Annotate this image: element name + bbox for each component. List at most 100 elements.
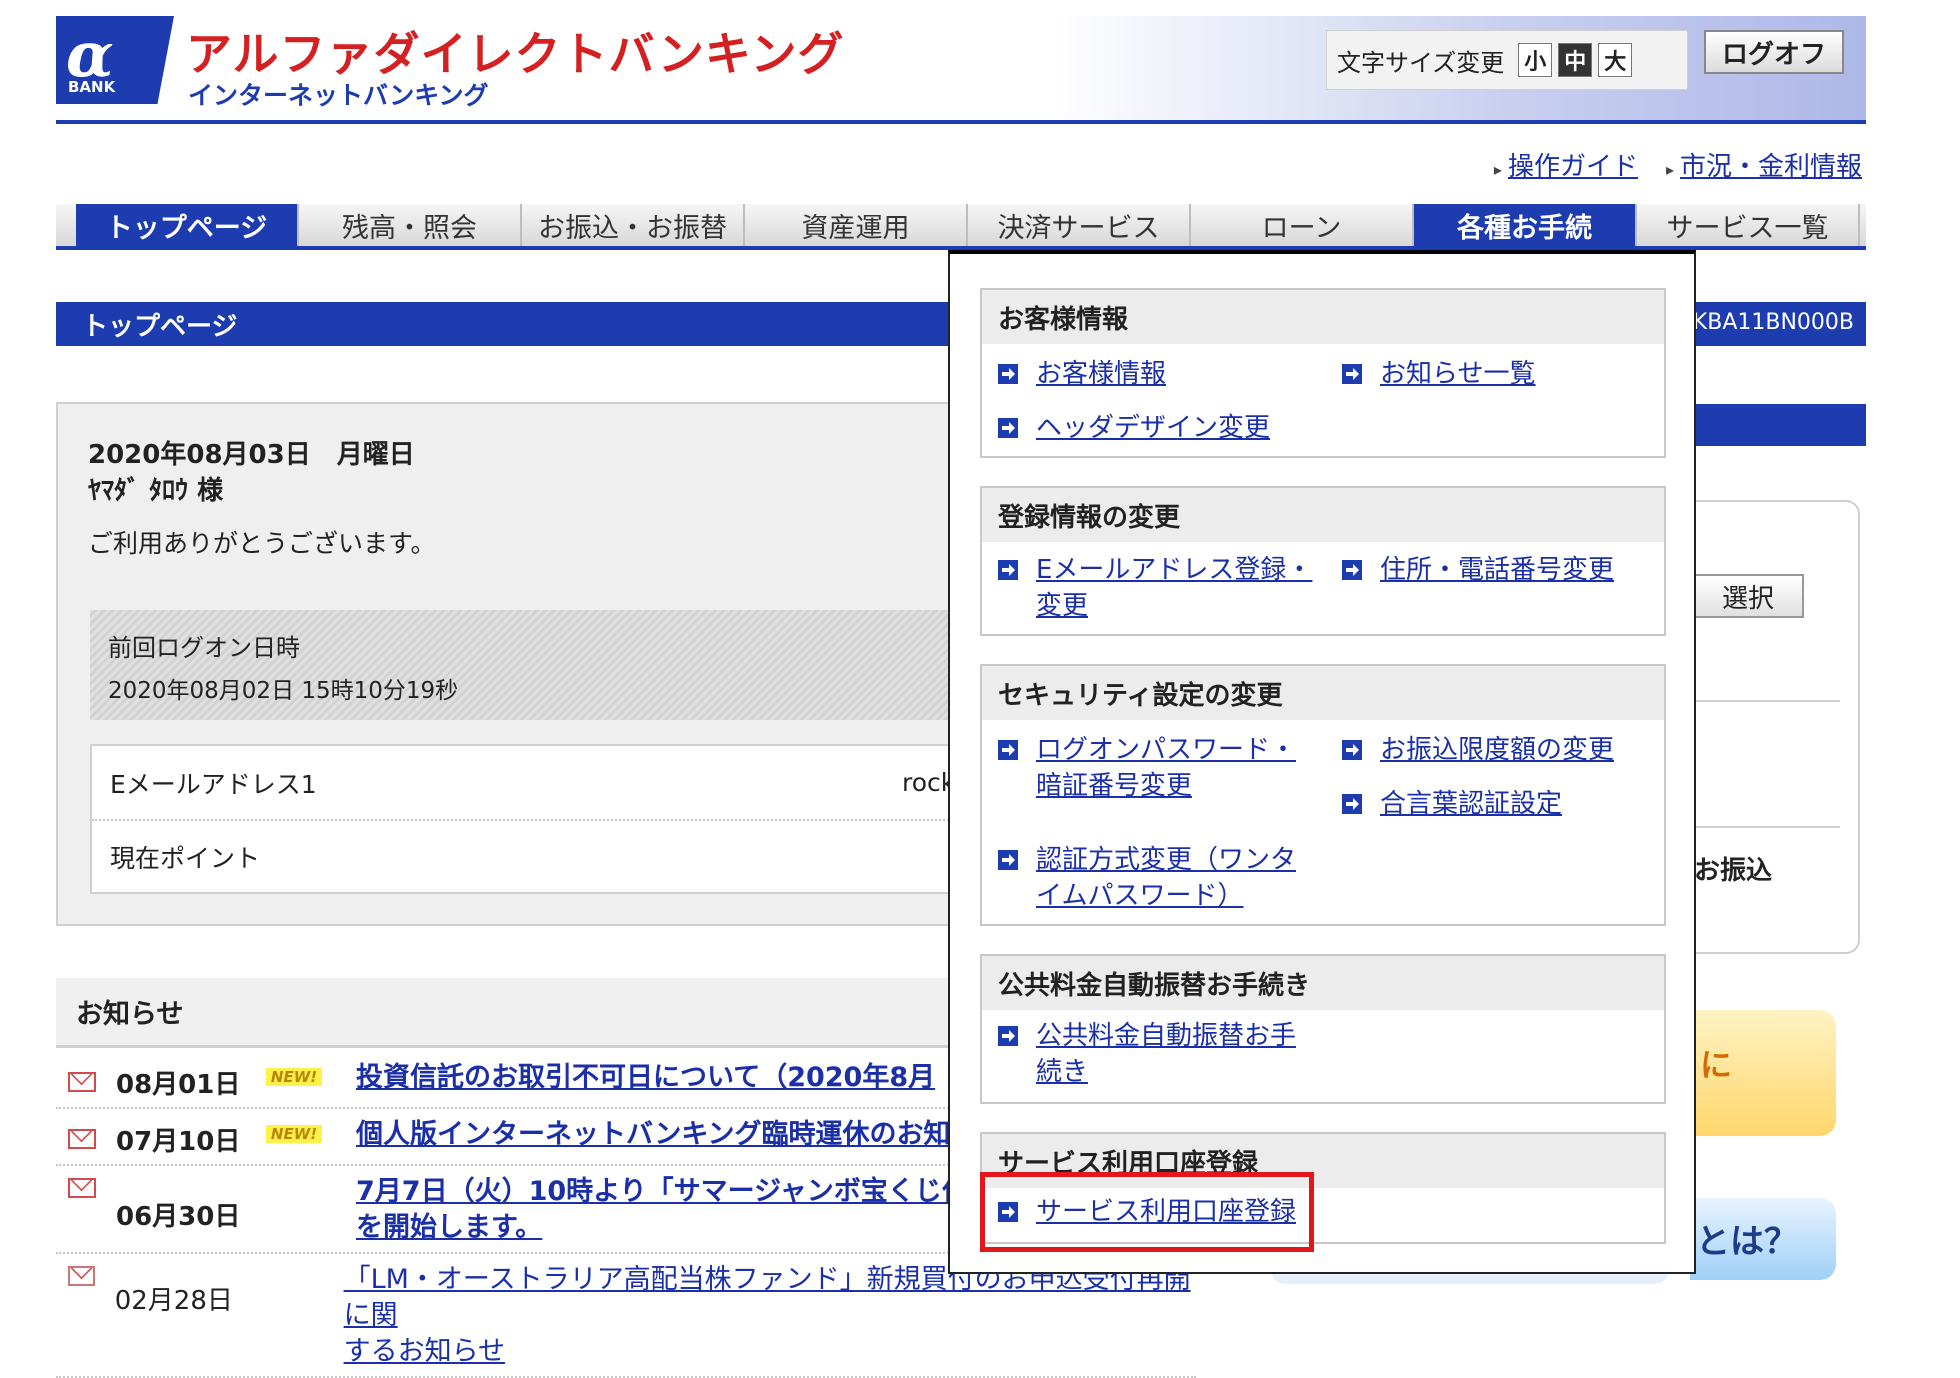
section-heading: 公共料金自動振替お手続き: [982, 956, 1664, 1010]
customer-info-table: Eメールアドレス1 rockro 現在ポイント: [90, 744, 1018, 894]
section-registration-change: 登録情報の変更 Eメールアドレス登録・変更 住所・電話番号変更: [980, 486, 1666, 636]
menu-item-passphrase-auth[interactable]: 合言葉認証設定: [1342, 786, 1652, 822]
news-heading: お知らせ: [56, 978, 1016, 1048]
mail-icon: [68, 1129, 96, 1149]
last-logon-label: 前回ログオン日時: [108, 634, 300, 662]
arrow-right-icon: [998, 1202, 1018, 1222]
news-date: 07月10日: [116, 1127, 241, 1157]
menu-link[interactable]: お知らせ一覧: [1380, 359, 1535, 389]
news-link-continued[interactable]: を開始します。: [356, 1212, 542, 1243]
font-size-medium-button[interactable]: 中: [1558, 43, 1593, 77]
current-date: 2020年08月03日 月曜日: [88, 440, 415, 470]
nav-transfer[interactable]: お振込・お振替: [522, 204, 745, 246]
news-link[interactable]: 「LM・オーストラリア高配当株ファンド」新規買付のお申込受付再開に関: [344, 1264, 1191, 1331]
menu-item-notice-list[interactable]: お知らせ一覧: [1342, 356, 1652, 392]
menu-link[interactable]: 合言葉認証設定: [1380, 789, 1562, 819]
nav-service-list[interactable]: サービス一覧: [1637, 204, 1860, 246]
nav-asset-management[interactable]: 資産運用: [745, 204, 968, 246]
menu-item-service-account-registration[interactable]: サービス利用口座登録: [998, 1194, 1318, 1230]
news-title: 「LM・オーストラリア高配当株ファンド」新規買付のお申込受付再開に関 するお知ら…: [344, 1262, 1196, 1370]
news-link[interactable]: 個人版インターネットバンキング臨時運休のお知: [356, 1119, 951, 1150]
promo-banner-faq[interactable]: とは？: [1690, 1198, 1836, 1280]
new-badge: NEW!: [266, 1125, 322, 1143]
divider: [1690, 700, 1840, 702]
menu-item-email-registration[interactable]: Eメールアドレス登録・変更: [998, 552, 1318, 624]
menu-item-auth-method[interactable]: 認証方式変更（ワンタイムパスワード）: [998, 842, 1318, 914]
page-title: トップページ: [82, 311, 238, 342]
arrow-right-icon: [1342, 560, 1362, 580]
news-link-continued[interactable]: するお知らせ: [344, 1336, 505, 1367]
menu-link[interactable]: ログオンパスワード・暗証番号変更: [1036, 735, 1296, 801]
font-size-large-button[interactable]: 大: [1598, 43, 1633, 77]
utility-links: ▸ 操作ガイド ▸ 市況・金利情報: [1494, 146, 1862, 183]
logo-bank-text: BANK: [68, 78, 116, 96]
menu-link[interactable]: お客様情報: [1036, 359, 1166, 389]
menu-link[interactable]: 認証方式変更（ワンタイムパスワード）: [1036, 845, 1296, 911]
mail-icon: [68, 1072, 96, 1092]
arrow-right-icon: [1342, 364, 1362, 384]
email-row: Eメールアドレス1 rockro: [92, 746, 1016, 819]
menu-item-customer-info[interactable]: お客様情報: [998, 356, 1308, 392]
logoff-button[interactable]: ログオフ: [1704, 30, 1844, 74]
news-title: 投資信託のお取引不可日について（2020年8月: [356, 1060, 935, 1096]
bank-logo[interactable]: α BANK: [56, 16, 174, 104]
section-utility-auto-debit: 公共料金自動振替お手続き 公共料金自動振替お手続き: [980, 954, 1666, 1104]
menu-link[interactable]: ヘッダデザイン変更: [1036, 413, 1270, 443]
section-heading: サービス利用口座登録: [982, 1134, 1664, 1188]
global-nav: トップページ 残高・照会 お振込・お振替 資産運用 決済サービス ローン 各種お…: [56, 204, 1866, 250]
section-security-settings: セキュリティ設定の変更 ログオンパスワード・暗証番号変更 お振込限度額の変更 合…: [980, 664, 1666, 926]
customer-name: ﾔﾏﾀﾞ ﾀﾛｳ 様: [88, 476, 224, 506]
brand-subtitle: インターネットバンキング: [188, 81, 489, 110]
divider: [1690, 826, 1840, 828]
menu-item-utility-auto-debit[interactable]: 公共料金自動振替お手続き: [998, 1018, 1318, 1090]
font-size-label: 文字サイズ変更: [1337, 48, 1505, 77]
news-date: 08月01日: [116, 1070, 241, 1100]
menu-link[interactable]: 住所・電話番号変更: [1380, 555, 1614, 585]
menu-item-password-change[interactable]: ログオンパスワード・暗証番号変更: [998, 732, 1318, 804]
arrow-right-icon: [998, 418, 1018, 438]
arrow-right-icon: [998, 1026, 1018, 1046]
nav-procedures[interactable]: 各種お手続: [1414, 204, 1637, 246]
news-link[interactable]: 7月7日（火）10時より「サマージャンボ宝くじ付定: [356, 1176, 996, 1207]
nav-top-page[interactable]: トップページ: [76, 204, 299, 246]
news-date: 02月28日: [114, 1286, 233, 1316]
menu-item-address-phone[interactable]: 住所・電話番号変更: [1342, 552, 1652, 588]
brand-title: アルファダイレクトバンキング: [186, 27, 845, 81]
operation-guide-link[interactable]: 操作ガイド: [1508, 152, 1638, 182]
nav-loan[interactable]: ローン: [1191, 204, 1414, 246]
font-size-small-button[interactable]: 小: [1518, 43, 1553, 77]
mail-open-icon: [68, 1266, 95, 1286]
section-service-account: サービス利用口座登録 サービス利用口座登録: [980, 1132, 1666, 1244]
select-button[interactable]: 選択: [1694, 574, 1804, 618]
triangle-right-icon: ▸: [1665, 160, 1674, 179]
menu-link[interactable]: お振込限度額の変更: [1380, 735, 1614, 765]
transfer-link[interactable]: お振込: [1694, 850, 1772, 887]
procedures-dropdown-menu: お客様情報 お客様情報 お知らせ一覧 ヘッダデザイン変更 登録情報の変更 Eメー…: [948, 250, 1696, 1274]
arrow-right-icon: [1342, 740, 1362, 760]
last-logon-value: 2020年08月02日 15時10分19秒: [108, 678, 459, 704]
new-badge: NEW!: [266, 1068, 322, 1086]
market-rates-link[interactable]: 市況・金利情報: [1680, 152, 1862, 182]
menu-link[interactable]: サービス利用口座登録: [1036, 1197, 1296, 1227]
menu-link[interactable]: Eメールアドレス登録・変更: [1036, 555, 1312, 621]
news-link[interactable]: 投資信託のお取引不可日について（2020年8月: [356, 1062, 935, 1093]
menu-link[interactable]: 公共料金自動振替お手続き: [1036, 1021, 1296, 1087]
nav-payment-services[interactable]: 決済サービス: [968, 204, 1191, 246]
promo-banner[interactable]: に: [1690, 1010, 1836, 1136]
section-heading: お客様情報: [982, 290, 1664, 344]
triangle-right-icon: ▸: [1493, 160, 1502, 179]
arrow-right-icon: [998, 740, 1018, 760]
menu-item-transfer-limit[interactable]: お振込限度額の変更: [1342, 732, 1652, 768]
thanks-message: ご利用ありがとうございます。: [88, 529, 436, 558]
menu-item-header-design[interactable]: ヘッダデザイン変更: [998, 410, 1308, 446]
arrow-right-icon: [998, 850, 1018, 870]
screen-id: KBA11BN000B: [1692, 310, 1854, 335]
news-title: 7月7日（火）10時より「サマージャンボ宝くじ付定 を開始します。: [356, 1174, 996, 1246]
nav-balance-inquiry[interactable]: 残高・照会: [299, 204, 522, 246]
font-size-switcher: 文字サイズ変更 小 中 大: [1326, 30, 1688, 90]
arrow-right-icon: [998, 364, 1018, 384]
section-heading: セキュリティ設定の変更: [982, 666, 1664, 720]
email-label: Eメールアドレス1: [110, 769, 317, 799]
points-label: 現在ポイント: [110, 843, 261, 873]
news-title: 個人版インターネットバンキング臨時運休のお知: [356, 1117, 951, 1153]
